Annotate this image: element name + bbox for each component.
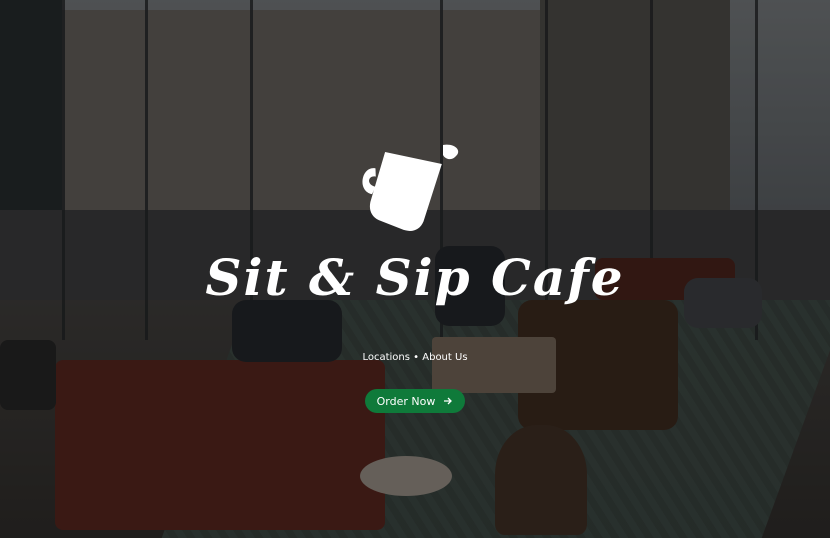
order-now-label: Order Now <box>376 394 436 408</box>
nav-separator: • <box>413 352 420 363</box>
nav-locations-link[interactable]: Locations <box>362 352 410 363</box>
hero-nav: Locations • About Us <box>0 352 830 363</box>
order-now-button[interactable]: Order Now <box>365 389 465 413</box>
mug-icon <box>362 144 459 231</box>
brand-title: Sit & Sip Cafe <box>205 248 625 307</box>
nav-about-link[interactable]: About Us <box>422 352 467 363</box>
arrow-right-icon <box>444 397 453 405</box>
